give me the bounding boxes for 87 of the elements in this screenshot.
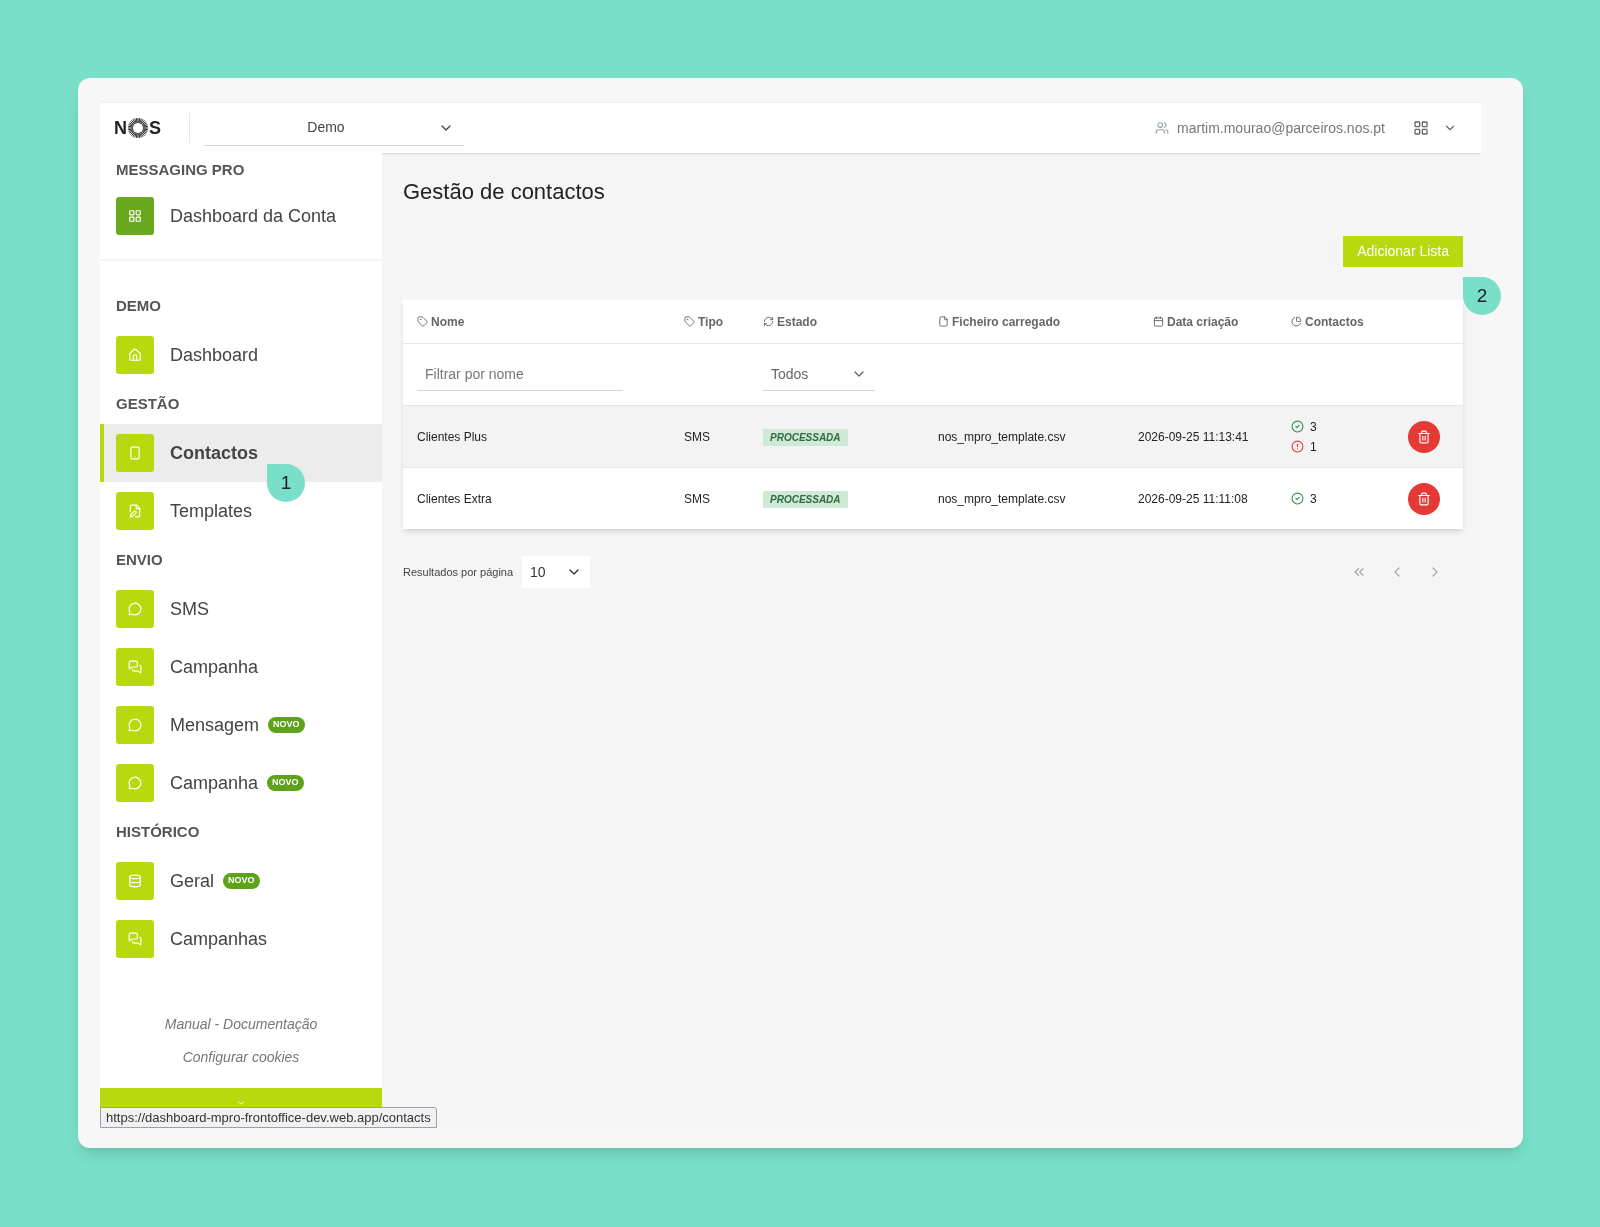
url-tooltip: https://dashboard-mpro-frontoffice-dev.web.app/contacts [100,1106,437,1128]
section-title: GESTÃO [116,393,180,414]
table-cell: SMS [684,491,710,506]
refresh-icon [763,316,774,327]
user-email: martim.mourao@parceiros.nos.pt [1177,118,1385,138]
calendar-icon [1153,316,1164,327]
check-circle-icon [1291,420,1304,433]
account-select[interactable]: Demo [204,110,464,146]
sidebar-label: Mensagem [170,713,260,737]
column-header: Data criação [1167,313,1239,331]
sidebar-item[interactable]: Campanhas [100,910,276,968]
sidebar-item[interactable]: Campanha [100,638,267,696]
file-icon [938,316,949,327]
grid-icon [116,197,154,235]
table-cell: nos_mpro_template.csv [938,491,1066,506]
sidebar-item[interactable]: Templates [100,482,261,540]
database-icon [116,862,154,900]
column-header: Tipo [698,313,724,331]
sidebar-label: Campanha [170,771,259,795]
trash-icon [1417,491,1431,506]
sidebar-label: Campanhas [170,927,268,951]
page-title: Gestão de contactos [403,178,606,206]
sunburst-icon [127,117,149,139]
new-badge: NOVO [223,873,260,889]
sidebar-label: Campanha [170,655,259,679]
page-size-select[interactable]: 10 [522,556,591,588]
contact-count: 1 [1310,438,1317,456]
phone-icon [116,434,154,472]
sidebar-label: Dashboard [170,343,259,367]
column-header: Contactos [1305,313,1364,331]
section-title: MESSAGING PRO [116,159,245,180]
tag-icon [417,316,428,327]
sidebar-item[interactable]: Geral NOVO [100,852,268,910]
sidebar-item[interactable]: Mensagem NOVO [100,696,313,754]
user-icon [1155,121,1170,135]
new-badge: NOVO [267,775,304,791]
page-size-label: Resultados por página [403,564,514,580]
table-cell: Clientes Plus [417,429,488,444]
sidebar-label: Templates [170,499,253,523]
table-cell: Clientes Extra [417,491,492,506]
footer-link[interactable]: Manual - Documentação [164,1014,318,1035]
pie-icon [1291,316,1302,327]
sidebar-label: Contactos [170,441,258,465]
sidebar-label: Dashboard da Conta [170,204,337,228]
column-header: Nome [431,313,465,331]
chat-bubble-icon [116,706,154,744]
table-row[interactable]: Clientes Extra SMS PROCESSADA nos_mpro_template.csv 2026-09-25 11:11:08 3 [403,467,1463,529]
column-header: Estado [777,313,817,331]
status-badge: PROCESSADA [763,490,848,508]
sidebar-item[interactable]: Dashboard da Conta [100,187,345,245]
apps-icon[interactable] [1413,120,1429,136]
section-title: DEMO [116,295,161,316]
table-cell: 2026-09-25 11:11:08 [1138,491,1248,506]
chat-bubble-icon [116,764,154,802]
document-icon [116,492,154,530]
home-icon [116,336,154,374]
new-badge: NOVO [268,717,305,733]
chevron-down-icon [236,1098,246,1108]
table-cell: nos_mpro_template.csv [938,429,1066,444]
contact-count: 3 [1310,418,1317,436]
section-title: ENVIO [116,549,163,570]
logo-letter: S [149,116,161,140]
contact-count: 3 [1310,490,1317,508]
chat-bubble-icon [116,590,154,628]
status-select[interactable]: Todos [763,358,875,391]
chat-bubbles-icon [116,648,154,686]
delete-button[interactable] [1408,482,1440,515]
logo-letter: N [114,116,127,140]
check-circle-icon [1291,492,1304,505]
sidebar-item[interactable]: Dashboard [100,326,267,384]
table-cell: SMS [684,429,710,444]
delete-button[interactable] [1408,420,1440,453]
table-row[interactable]: Clientes Plus SMS PROCESSADA nos_mpro_template.csv 2026-09-25 11:13:41 3 1 [403,405,1463,467]
name-filter-field[interactable]: Filtrar por nome [417,358,623,391]
table-cell: 2026-09-25 11:13:41 [1138,429,1249,444]
sidebar-item[interactable]: SMS [100,580,217,638]
tag-icon [684,316,695,327]
sidebar-item[interactable]: Campanha NOVO [100,754,312,812]
status-badge: PROCESSADA [763,428,848,446]
sidebar-label: Geral [170,869,214,893]
chat-bubbles-icon [116,920,154,958]
sidebar-label: SMS [170,597,209,621]
trash-icon [1417,429,1431,444]
section-title: HISTÓRICO [116,821,200,842]
alert-circle-icon [1291,440,1304,453]
footer-link[interactable]: Configurar cookies [182,1047,300,1068]
column-header: Ficheiro carregado [952,313,1061,331]
